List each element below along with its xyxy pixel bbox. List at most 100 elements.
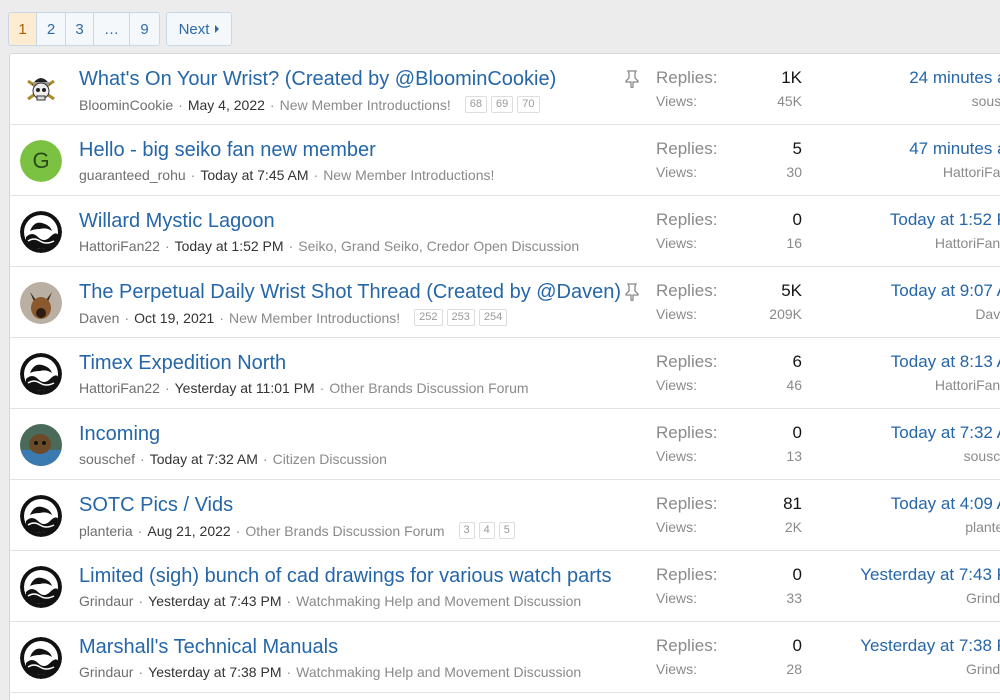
forum-link[interactable]: Watchmaking Help and Movement Discussion: [296, 593, 581, 609]
separator-dot: ·: [269, 96, 275, 113]
forum-link[interactable]: Other Brands Discussion Forum: [245, 523, 444, 539]
thread-row: What's On Your Wrist? (Created by @Bloom…: [10, 54, 1000, 125]
thread-title-link[interactable]: What's On Your Wrist? (Created by @Bloom…: [79, 68, 556, 91]
avatar[interactable]: [20, 282, 62, 324]
replies-count: 0: [792, 423, 802, 442]
thread-start-date[interactable]: Yesterday at 11:01 PM: [175, 380, 315, 396]
thread-start-date[interactable]: Yesterday at 7:38 PM: [148, 664, 281, 680]
thread-author-link[interactable]: guaranteed_rohu: [79, 167, 186, 183]
avatar[interactable]: [20, 566, 62, 608]
thread-meta: Grindaur · Yesterday at 7:43 PM · Watchm…: [79, 593, 581, 609]
next-page-button[interactable]: Next: [166, 12, 232, 46]
thread-author-link[interactable]: Grindaur: [79, 664, 133, 680]
avatar[interactable]: [20, 69, 62, 111]
thread-author-link[interactable]: souschef: [79, 451, 135, 467]
thread-author-link[interactable]: Daven: [79, 310, 119, 326]
page-link-3[interactable]: 3: [66, 13, 94, 45]
replies-count: 0: [792, 636, 802, 655]
last-post-time-link[interactable]: Today at 7:32 A: [891, 423, 1000, 443]
views-label: Views:: [656, 590, 697, 606]
forum-link[interactable]: New Member Introductions!: [229, 310, 400, 326]
avatar[interactable]: [20, 637, 62, 679]
thread-start-date[interactable]: Today at 7:32 AM: [150, 451, 258, 467]
thread-author-link[interactable]: BloominCookie: [79, 97, 173, 113]
thread-page-link[interactable]: 252: [414, 309, 443, 326]
thread-author-link[interactable]: Grindaur: [79, 593, 133, 609]
separator-dot: ·: [262, 451, 268, 467]
thread-start-date[interactable]: May 4, 2022: [188, 97, 265, 113]
thread-author-link[interactable]: HattoriFan22: [79, 380, 160, 396]
thread-title-link[interactable]: Limited (sigh) bunch of cad drawings for…: [79, 565, 611, 588]
thread-page-link[interactable]: 70: [517, 96, 540, 113]
last-poster-link[interactable]: Grinda: [966, 661, 1000, 677]
last-poster-link[interactable]: planter: [965, 519, 1000, 535]
last-post-time-link[interactable]: Today at 9:07 A: [891, 281, 1000, 301]
thread-title-link[interactable]: Hello - big seiko fan new member: [79, 139, 376, 162]
separator-dot: ·: [235, 522, 241, 539]
last-post-time-link[interactable]: Yesterday at 7:38 P: [860, 636, 1000, 656]
avatar[interactable]: [20, 353, 62, 395]
views-label: Views:: [656, 448, 697, 464]
thread-start-date[interactable]: Yesterday at 7:43 PM: [148, 593, 281, 609]
last-post-time-link[interactable]: Yesterday at 7:43 P: [860, 565, 1000, 585]
replies-count: 0: [792, 210, 802, 229]
thread-start-date[interactable]: Today at 7:45 AM: [200, 167, 308, 183]
thread-page-link[interactable]: 69: [491, 96, 514, 113]
thread-meta: Grindaur · Yesterday at 7:38 PM · Watchm…: [79, 664, 581, 680]
page-ellipsis[interactable]: …: [94, 13, 130, 45]
thread-start-date[interactable]: Today at 1:52 PM: [175, 238, 284, 254]
last-poster-link[interactable]: HattoriFan2: [943, 164, 1000, 180]
thread-start-date[interactable]: Oct 19, 2021: [134, 310, 214, 326]
thread-page-link[interactable]: 254: [478, 309, 508, 326]
thread-author-link[interactable]: planteria: [79, 523, 133, 539]
thread-title-link[interactable]: SOTC Pics / Vids: [79, 494, 233, 517]
thread-title-link[interactable]: Timex Expedition North: [79, 352, 286, 375]
avatar[interactable]: [20, 495, 62, 537]
thread-page-link[interactable]: 4: [478, 522, 495, 539]
last-poster-link[interactable]: sousch: [972, 93, 1000, 109]
page-links: 1 2 3… 9: [8, 12, 160, 46]
page-link-9[interactable]: 9: [130, 13, 159, 45]
last-post-time-link[interactable]: 24 minutes ag: [909, 68, 1000, 88]
thread-list: What's On Your Wrist? (Created by @Bloom…: [9, 53, 1000, 700]
avatar[interactable]: [20, 424, 62, 466]
thread-start-date[interactable]: Aug 21, 2022: [147, 523, 230, 539]
last-poster-link[interactable]: Grinda: [966, 590, 1000, 606]
forum-link[interactable]: Seiko, Grand Seiko, Credor Open Discussi…: [298, 238, 579, 254]
page-link-1[interactable]: 1: [9, 13, 37, 45]
last-post-time-link[interactable]: Today at 1:52 P: [890, 210, 1000, 230]
avatar[interactable]: G: [20, 140, 62, 182]
replies-label: Replies:: [656, 68, 718, 87]
thread-page-link[interactable]: 3: [458, 522, 475, 539]
thread-row: The Perpetual Daily Wrist Shot Thread (C…: [10, 267, 1000, 338]
forum-link[interactable]: New Member Introductions!: [323, 167, 494, 183]
last-post-time-link[interactable]: 47 minutes ag: [909, 139, 1000, 159]
forum-link[interactable]: Citizen Discussion: [273, 451, 387, 467]
separator-dot: ·: [164, 238, 170, 254]
last-poster-link[interactable]: Dave: [975, 306, 1000, 322]
thread-title-link[interactable]: The Perpetual Daily Wrist Shot Thread (C…: [79, 281, 621, 304]
separator-dot: ·: [138, 664, 144, 680]
last-post-time-link[interactable]: Today at 4:09 A: [891, 494, 1000, 514]
last-post-time-link[interactable]: Today at 8:13 A: [891, 352, 1000, 372]
thread-meta: HattoriFan22 · Today at 1:52 PM · Seiko,…: [79, 238, 579, 254]
views-count: 46: [786, 377, 802, 393]
forum-link[interactable]: Other Brands Discussion Forum: [329, 380, 528, 396]
thread-page-link[interactable]: 5: [498, 522, 515, 539]
thread-title-link[interactable]: Incoming: [79, 423, 160, 446]
separator-dot: ·: [137, 522, 143, 539]
views-count: 33: [786, 590, 802, 606]
replies-count: 0: [792, 565, 802, 584]
last-poster-link[interactable]: HattoriFan2: [935, 377, 1000, 393]
thread-title-link[interactable]: Willard Mystic Lagoon: [79, 210, 275, 233]
thread-title-link[interactable]: Marshall's Technical Manuals: [79, 636, 338, 659]
forum-link[interactable]: Watchmaking Help and Movement Discussion: [296, 664, 581, 680]
last-poster-link[interactable]: sousch: [964, 448, 1000, 464]
page-link-2[interactable]: 2: [37, 13, 66, 45]
thread-page-link[interactable]: 68: [464, 96, 488, 113]
avatar[interactable]: [20, 211, 62, 253]
last-poster-link[interactable]: HattoriFan2: [935, 235, 1000, 251]
thread-page-link[interactable]: 253: [446, 309, 475, 326]
forum-link[interactable]: New Member Introductions!: [280, 97, 451, 113]
thread-author-link[interactable]: HattoriFan22: [79, 238, 160, 254]
